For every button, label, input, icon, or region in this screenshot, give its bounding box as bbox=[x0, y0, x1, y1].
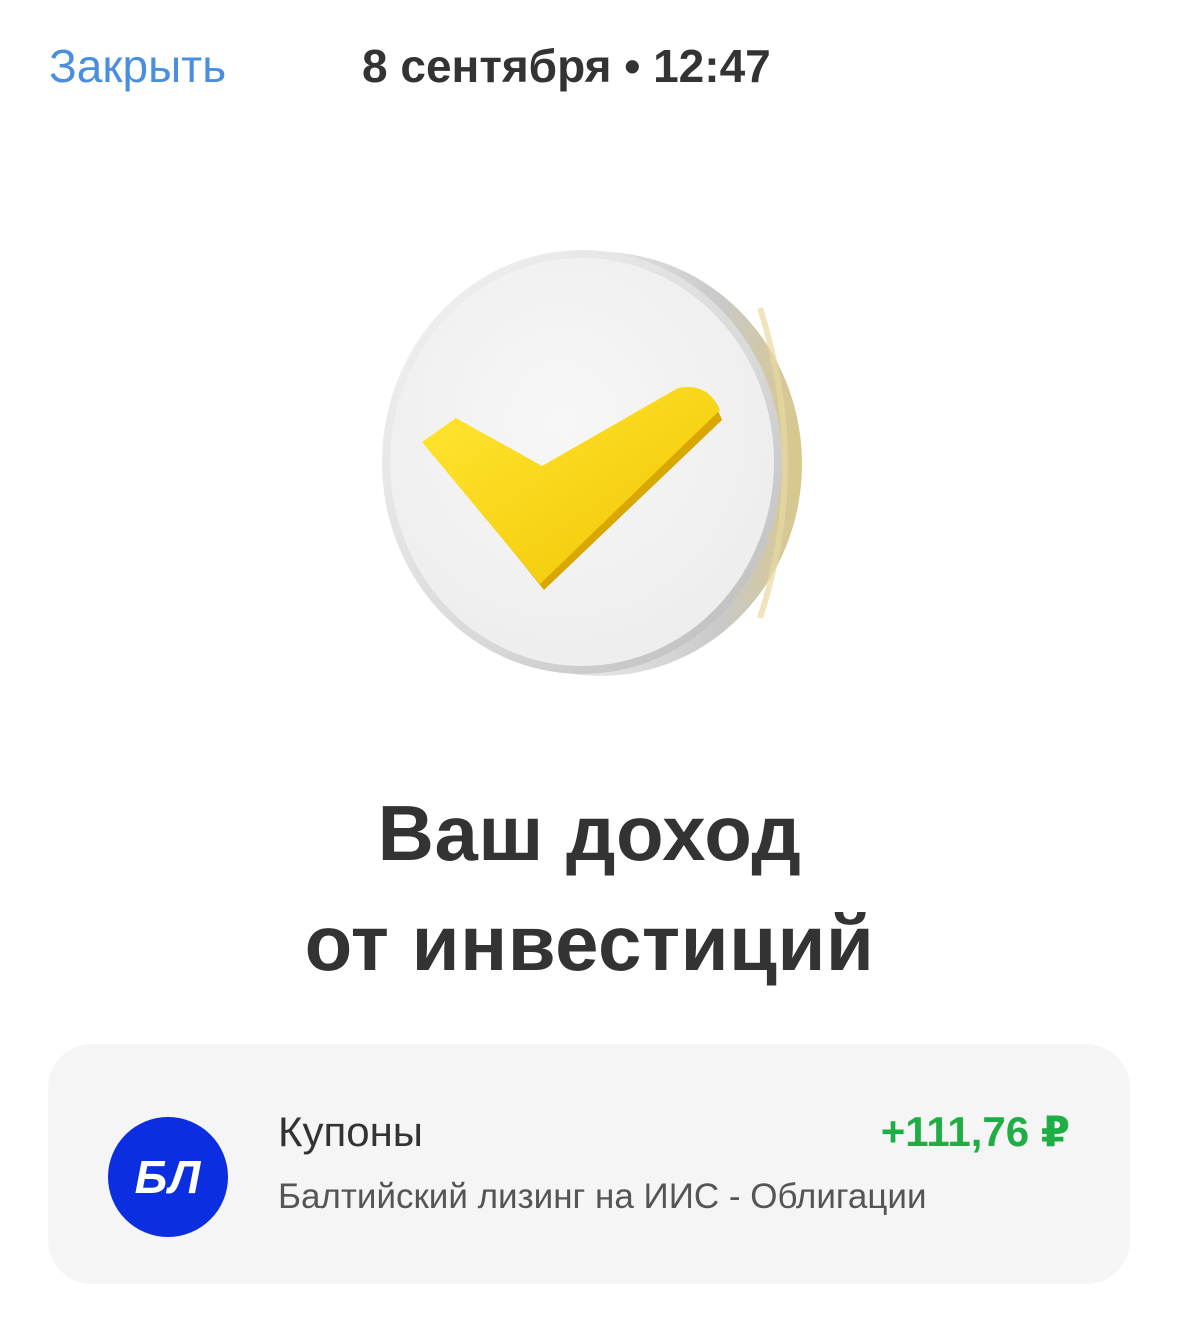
close-button[interactable]: Закрыть bbox=[49, 36, 226, 96]
operation-datetime: 8 сентября • 12:47 bbox=[362, 40, 771, 92]
page-title-line-1: Ваш доход bbox=[377, 789, 802, 877]
success-checkmark-icon bbox=[360, 238, 820, 698]
page-title: Ваш доход от инвестиций bbox=[0, 778, 1179, 998]
issuer-logo: БЛ bbox=[108, 1117, 228, 1237]
operation-title: Купоны bbox=[278, 1108, 423, 1155]
top-bar: Закрыть 8 сентября • 12:47 bbox=[0, 0, 1179, 140]
page-title-line-2: от инвестиций bbox=[304, 899, 875, 987]
operation-card[interactable]: БЛ Купоны +111,76 ₽ Балтийский лизинг на… bbox=[48, 1044, 1130, 1284]
operation-amount: +111,76 ₽ bbox=[880, 1108, 1070, 1155]
operation-subtitle: Балтийский лизинг на ИИС - Облигации bbox=[278, 1177, 927, 1216]
